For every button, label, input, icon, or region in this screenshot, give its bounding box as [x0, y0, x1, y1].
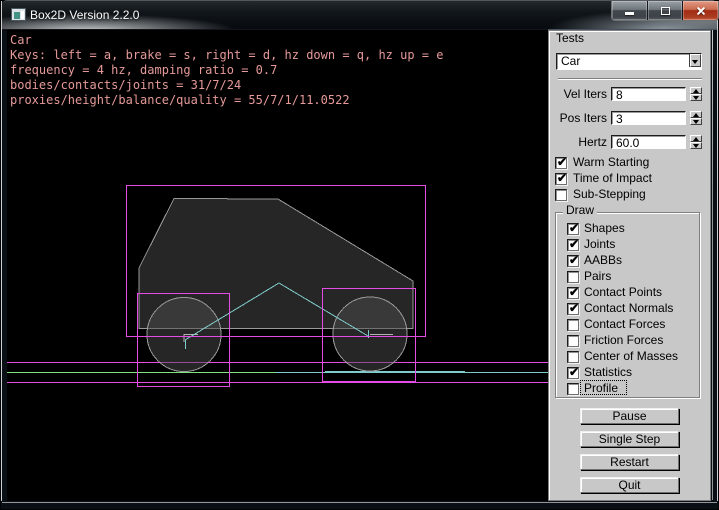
sub-stepping-label: Sub-Stepping: [573, 188, 646, 201]
center-of-masses-label: Center of Masses: [584, 350, 678, 363]
time-of-impact-checkbox[interactable]: [555, 173, 567, 185]
check-icon: [556, 172, 568, 184]
vel-iters-up-button[interactable]: [690, 87, 702, 94]
pos-iters-down-button[interactable]: [690, 118, 702, 125]
statistics-label: Statistics: [584, 366, 632, 379]
joints-label: Joints: [584, 238, 615, 251]
app-icon[interactable]: [11, 8, 26, 21]
control-panel: Tests Car Vel Iters 8 Pos Iters 3 Hertz …: [548, 30, 711, 501]
window-border-right-highlight: [717, 1, 718, 509]
pos-iters-label: Pos Iters: [560, 112, 607, 125]
up-arrow-icon: [693, 137, 699, 141]
caption-buttons: [611, 1, 719, 21]
hertz-input[interactable]: 60.0: [611, 135, 686, 149]
pairs-checkbox[interactable]: [567, 271, 579, 283]
window-border-bottom: [1, 501, 718, 509]
draw-group-title: Draw: [563, 204, 597, 217]
chevron-down-icon: [692, 60, 698, 64]
restart-button[interactable]: Restart: [580, 454, 679, 470]
shapes-checkbox[interactable]: [567, 223, 579, 235]
shapes-label: Shapes: [584, 222, 625, 235]
window-border-right-glass: [712, 30, 713, 500]
contact-normals-checkbox[interactable]: [567, 303, 579, 315]
hertz-up-button[interactable]: [690, 135, 702, 142]
friction-forces-checkbox[interactable]: [567, 335, 579, 347]
up-arrow-icon: [693, 89, 699, 93]
down-arrow-icon: [693, 96, 699, 100]
tests-label: Tests: [556, 32, 584, 45]
check-icon: [568, 302, 580, 314]
close-button[interactable]: [682, 1, 718, 20]
check-icon: [568, 238, 580, 250]
window-border-bottom-highlight: [2, 502, 717, 503]
contact-forces-label: Contact Forces: [584, 318, 665, 331]
separator: [558, 78, 702, 79]
warm-starting-label: Warm Starting: [573, 156, 649, 169]
simulation-canvas[interactable]: CarKeys: left = a, brake = s, right = d,…: [7, 30, 548, 501]
minimize-icon: [625, 12, 634, 15]
pairs-label: Pairs: [584, 270, 611, 283]
window-title: Box2D Version 2.2.0: [30, 8, 139, 22]
check-icon: [556, 156, 568, 168]
vel-iters-label: Vel Iters: [564, 88, 607, 101]
title-bar[interactable]: Box2D Version 2.2.0: [2, 0, 717, 29]
pos-iters-spinner: [690, 111, 702, 125]
check-icon: [568, 366, 580, 378]
check-icon: [568, 286, 580, 298]
contact-forces-checkbox[interactable]: [567, 319, 579, 331]
hertz-spinner: [690, 135, 702, 149]
contact-points-label: Contact Points: [584, 286, 662, 299]
hertz-down-button[interactable]: [690, 142, 702, 149]
tests-dropdown-value: Car: [561, 55, 580, 68]
contact-points-checkbox[interactable]: [567, 287, 579, 299]
center-of-masses-checkbox[interactable]: [567, 351, 579, 363]
warm-starting-checkbox[interactable]: [555, 157, 567, 169]
minimize-button[interactable]: [612, 1, 647, 20]
contact-normals-label: Contact Normals: [584, 302, 673, 315]
down-arrow-icon: [693, 120, 699, 124]
maximize-icon: [661, 7, 670, 15]
aabbs-checkbox[interactable]: [567, 255, 579, 267]
joints-checkbox[interactable]: [567, 239, 579, 251]
debug-draw-layer: [7, 30, 548, 501]
profile-checkbox[interactable]: [567, 383, 579, 395]
up-arrow-icon: [693, 113, 699, 117]
time-of-impact-label: Time of Impact: [573, 172, 652, 185]
app-icon-content: [14, 12, 20, 19]
friction-forces-label: Friction Forces: [584, 334, 663, 347]
app-icon-stripe: [21, 11, 24, 19]
maximize-button[interactable]: [647, 1, 683, 20]
aabbs-label: AABBs: [584, 254, 622, 267]
vel-iters-down-button[interactable]: [690, 94, 702, 101]
profile-label: Profile: [584, 382, 618, 395]
quit-button[interactable]: Quit: [580, 477, 679, 493]
check-icon: [568, 222, 580, 234]
pos-iters-up-button[interactable]: [690, 111, 702, 118]
vel-iters-input[interactable]: 8: [611, 87, 686, 101]
tests-dropdown-button[interactable]: [690, 54, 701, 67]
pos-iters-input[interactable]: 3: [611, 111, 686, 125]
tests-dropdown[interactable]: Car: [556, 53, 702, 70]
statistics-checkbox[interactable]: [567, 367, 579, 379]
vel-iters-spinner: [690, 87, 702, 101]
pause-button[interactable]: Pause: [580, 408, 679, 424]
hertz-label: Hertz: [578, 136, 607, 149]
down-arrow-icon: [693, 144, 699, 148]
sub-stepping-checkbox[interactable]: [555, 189, 567, 201]
single-step-button[interactable]: Single Step: [580, 431, 679, 447]
check-icon: [568, 254, 580, 266]
